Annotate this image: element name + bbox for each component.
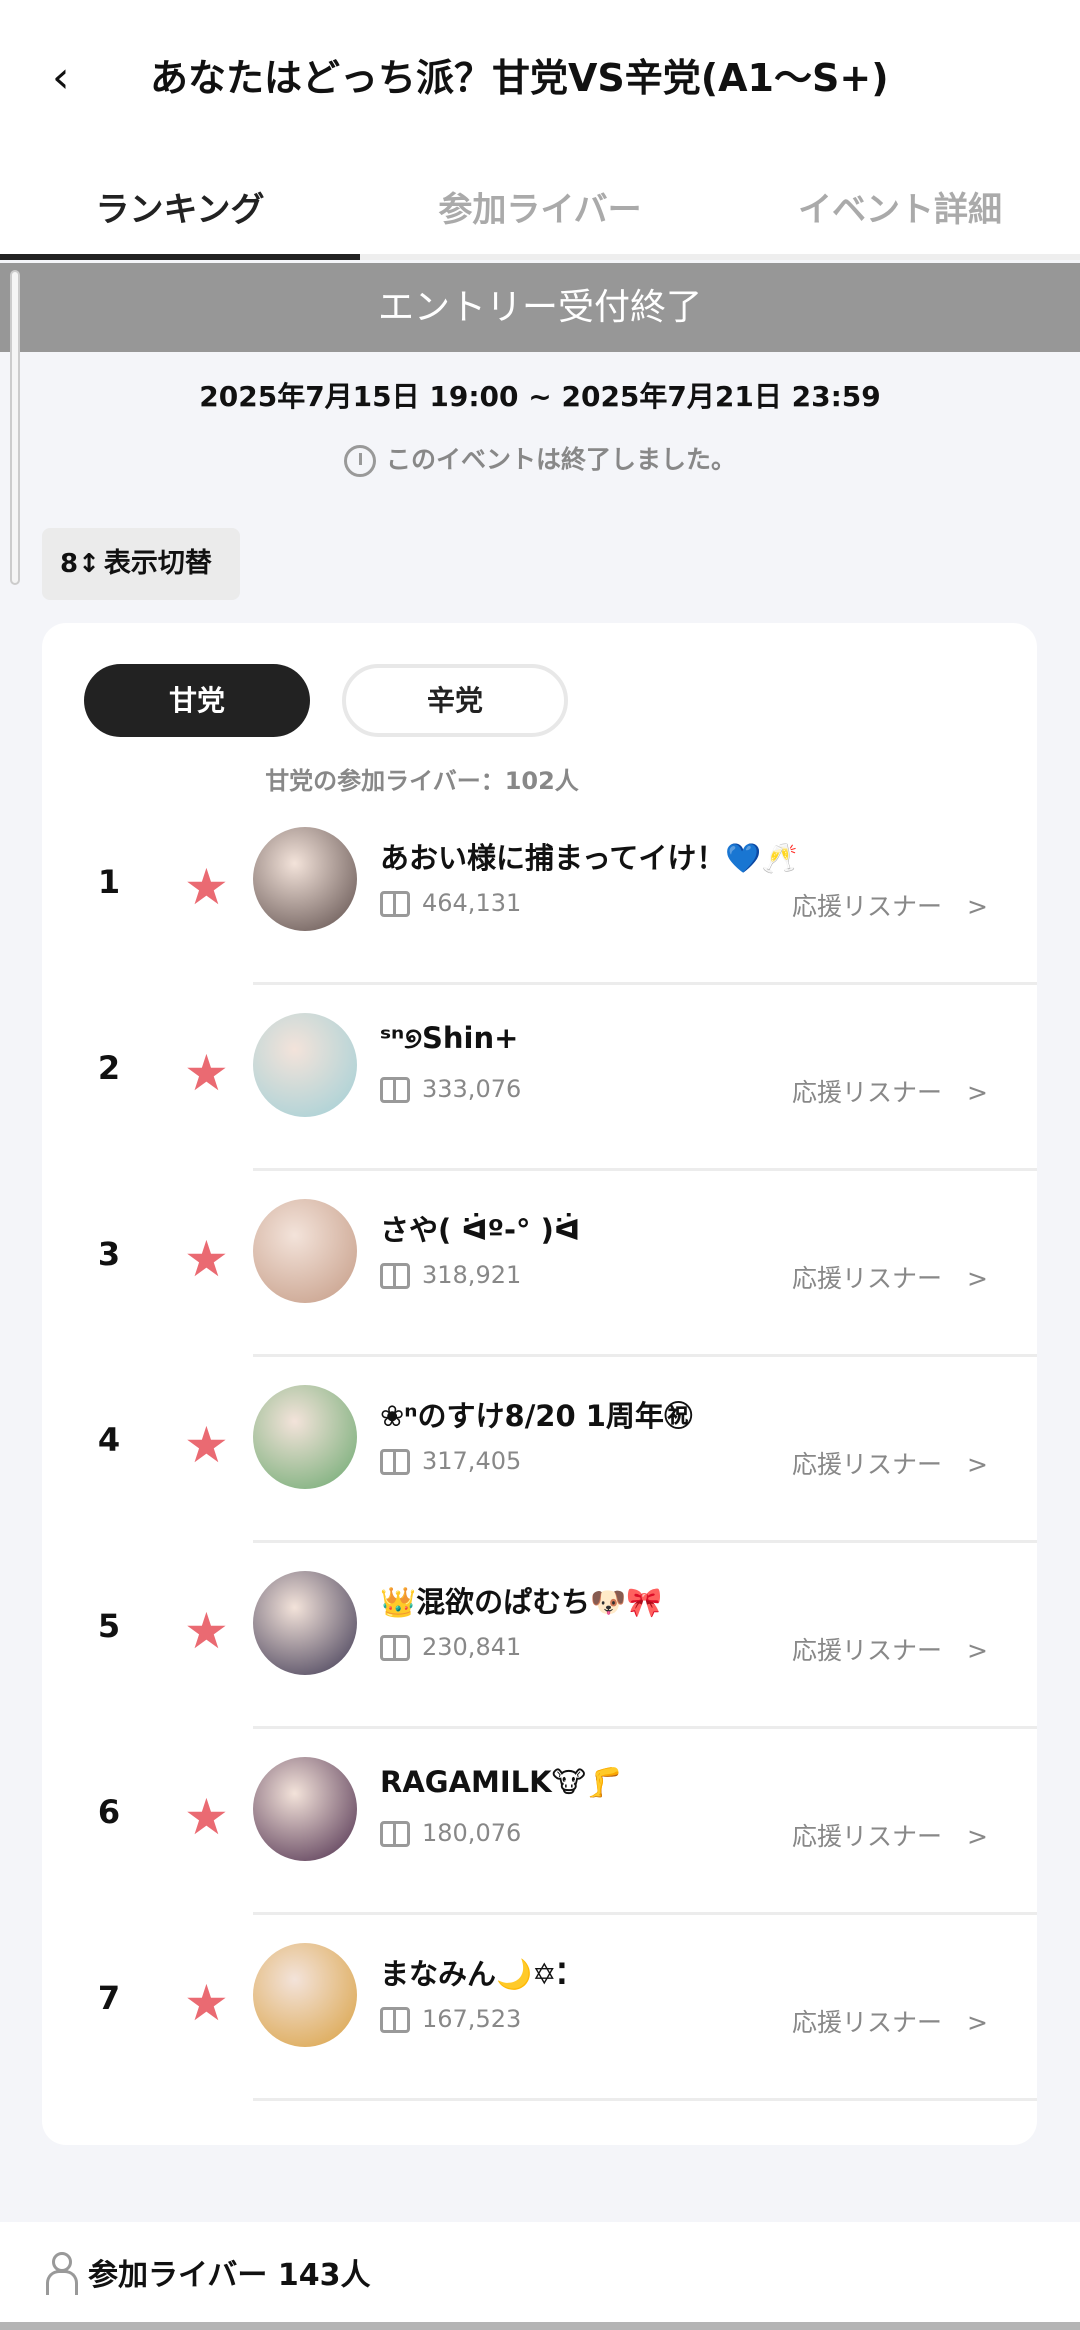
rank-number: 3 <box>97 1235 121 1273</box>
supporters-link[interactable]: 応援リスナー > <box>792 887 988 923</box>
avatar[interactable] <box>253 1571 357 1675</box>
points: 317,405 <box>422 1447 522 1475</box>
avatar[interactable] <box>253 1757 357 1861</box>
avatar[interactable] <box>253 1199 357 1303</box>
liver-name: ˢⁿ୭Shin+ <box>380 1021 519 1055</box>
bottom-divider <box>0 2322 1080 2330</box>
ranking-row[interactable]: 4 ★ ❀ⁿのすけ8/20 1周年㊗ 317,405 応援リスナー > <box>42 1357 1037 1543</box>
clock-icon <box>343 445 376 477</box>
star-icon: ★ <box>184 1044 229 1102</box>
rank-number: 5 <box>97 1607 121 1645</box>
footer-participants: 参加ライバー 143人 <box>88 2258 371 2293</box>
event-ended-note: このイベントは終了しました。 <box>0 440 1080 477</box>
ended-text: このイベントは終了しました。 <box>385 445 736 474</box>
event-period: 2025年7月15日 19:00 ~ 2025年7月21日 23:59 <box>199 380 881 413</box>
points: 230,841 <box>422 1633 522 1661</box>
row-divider <box>253 2098 1037 2101</box>
ranking-row[interactable]: 1 ★ あおい様に捕まってイけ！💙🥂 464,131 応援リスナー > <box>42 799 1037 985</box>
display-toggle-button[interactable]: 8↕ 表示切替 <box>42 528 240 600</box>
star-icon: ★ <box>184 1602 229 1660</box>
group-sweet-button[interactable]: 甘党 <box>84 664 310 737</box>
supporters-link[interactable]: 応援リスナー > <box>792 1631 988 1667</box>
footer-bar[interactable]: 参加ライバー 143人 <box>0 2222 1080 2322</box>
supporters-link[interactable]: 応援リスナー > <box>792 1073 988 1109</box>
rank-number: 7 <box>97 1979 121 2017</box>
liver-name: まなみん🌙✡⁚ <box>380 1957 568 1991</box>
swap-icon: 8↕ <box>60 549 100 579</box>
gift-icon <box>380 1821 410 1847</box>
gift-icon <box>380 1635 410 1661</box>
star-icon: ★ <box>184 1230 229 1288</box>
avatar[interactable] <box>253 1385 357 1489</box>
supporters-link[interactable]: 応援リスナー > <box>792 1445 988 1481</box>
supporters-link[interactable]: 応援リスナー > <box>792 1817 988 1853</box>
rank-number: 6 <box>97 1793 121 1831</box>
liver-name: さや( ᐛº-° )ᐛ <box>380 1213 581 1247</box>
liver-name: ❀ⁿのすけ8/20 1周年㊗ <box>380 1399 693 1433</box>
points: 180,076 <box>422 1819 522 1847</box>
gift-icon <box>380 1263 410 1289</box>
participant-count: 甘党の参加ライバー：102人 <box>265 767 579 795</box>
tab-event-details[interactable]: イベント詳細 <box>720 182 1080 231</box>
tab-participants[interactable]: 参加ライバー <box>360 182 720 231</box>
ranking-row[interactable]: 2 ★ ˢⁿ୭Shin+ 333,076 応援リスナー > <box>42 985 1037 1171</box>
gift-icon <box>380 1449 410 1475</box>
points: 318,921 <box>422 1261 522 1289</box>
supporters-link[interactable]: 応援リスナー > <box>792 2003 988 2039</box>
gift-icon <box>380 1077 410 1103</box>
tab-ranking[interactable]: ランキング <box>0 182 360 231</box>
avatar[interactable] <box>253 827 357 931</box>
back-icon[interactable]: ‹ <box>52 50 92 106</box>
supporters-link[interactable]: 応援リスナー > <box>792 1259 988 1295</box>
points: 167,523 <box>422 2005 522 2033</box>
avatar[interactable] <box>253 1013 357 1117</box>
points: 333,076 <box>422 1075 522 1103</box>
group-spicy-button[interactable]: 辛党 <box>342 664 568 737</box>
gift-icon <box>380 2007 410 2033</box>
active-tab-indicator <box>0 254 360 260</box>
liver-name: 👑混欲のぱむち🐶🎀 <box>380 1585 663 1619</box>
app-header: ‹ あなたはどっち派？甘党VS辛党(A1〜S+) <box>0 0 1080 160</box>
star-icon: ★ <box>184 1416 229 1474</box>
rank-number: 4 <box>97 1421 121 1459</box>
liver-name: RAGAMILK🐮🦵 <box>380 1765 623 1799</box>
gift-icon <box>380 891 410 917</box>
toggle-label: 表示切替 <box>103 548 212 579</box>
entry-closed-banner: エントリー受付終了 <box>0 263 1080 352</box>
scrollbar[interactable] <box>10 270 20 585</box>
star-icon: ★ <box>184 1974 229 2032</box>
ranking-row[interactable]: 6 ★ RAGAMILK🐮🦵 180,076 応援リスナー > <box>42 1729 1037 1915</box>
page-title: あなたはどっち派？甘党VS辛党(A1〜S+) <box>150 56 889 100</box>
ranking-row[interactable]: 3 ★ さや( ᐛº-° )ᐛ 318,921 応援リスナー > <box>42 1171 1037 1357</box>
points: 464,131 <box>422 889 522 917</box>
liver-name: あおい様に捕まってイけ！💙🥂 <box>380 841 798 875</box>
ranking-card: 甘党 辛党 甘党の参加ライバー：102人 1 ★ あおい様に捕まってイけ！💙🥂 … <box>42 623 1037 2145</box>
person-icon <box>46 2252 78 2295</box>
star-icon: ★ <box>184 1788 229 1846</box>
star-icon: ★ <box>184 858 229 916</box>
ranking-row[interactable]: 7 ★ まなみん🌙✡⁚ 167,523 応援リスナー > <box>42 1915 1037 2101</box>
rank-number: 2 <box>97 1049 121 1087</box>
avatar[interactable] <box>253 1943 357 2047</box>
rank-number: 1 <box>97 863 121 901</box>
tab-bar: ランキング 参加ライバー イベント詳細 <box>0 160 1080 260</box>
ranking-row[interactable]: 5 ★ 👑混欲のぱむち🐶🎀 230,841 応援リスナー > <box>42 1543 1037 1729</box>
